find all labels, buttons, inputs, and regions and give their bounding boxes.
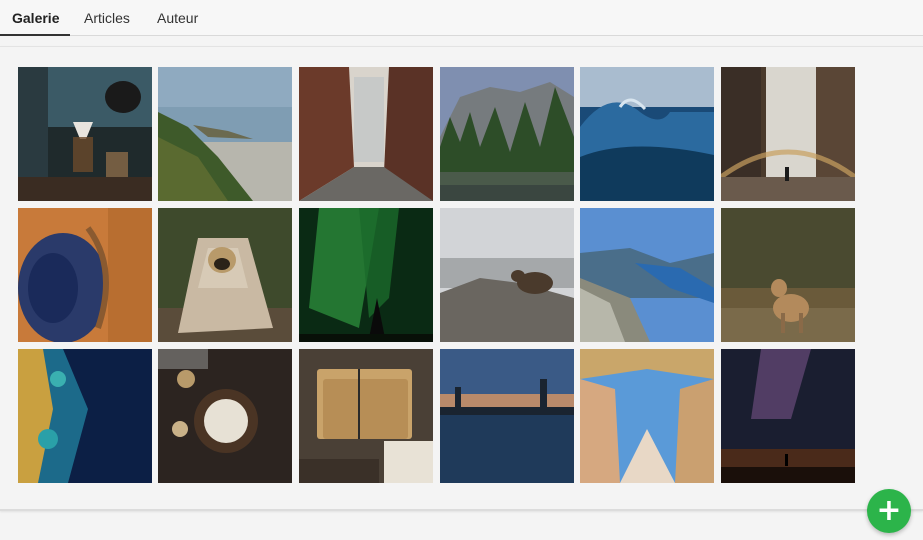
photo-fawn-forest[interactable]: [721, 208, 855, 342]
photo-coastal-cliffs[interactable]: [158, 67, 292, 201]
photo-dessert-table[interactable]: [158, 349, 292, 483]
photo-bear-ridge[interactable]: [440, 208, 574, 342]
photo-city-skyline[interactable]: [440, 349, 574, 483]
photo-fjord[interactable]: [580, 208, 714, 342]
photo-narrow-alley[interactable]: [299, 67, 433, 201]
photo-aerial-crater[interactable]: [18, 208, 152, 342]
photo-ocean-wave[interactable]: [580, 67, 714, 201]
tab-auteur[interactable]: Auteur: [157, 0, 198, 35]
gallery-panel: [0, 46, 923, 511]
photo-stack-letters[interactable]: [299, 349, 433, 483]
tab-bar: Galerie Articles Auteur: [0, 0, 923, 36]
tab-articles[interactable]: Articles: [84, 0, 130, 35]
photo-milky-way[interactable]: [721, 349, 855, 483]
photo-aurora[interactable]: [299, 208, 433, 342]
add-photo-button[interactable]: +: [867, 489, 911, 533]
photo-church-up[interactable]: [580, 349, 714, 483]
plus-icon: +: [876, 493, 902, 528]
photo-pug-blanket[interactable]: [158, 208, 292, 342]
tab-galerie[interactable]: Galerie: [12, 0, 59, 35]
photo-valley-cliffs[interactable]: [440, 67, 574, 201]
photo-coffee-brewing[interactable]: [18, 67, 152, 201]
photo-waterfall-rainbow[interactable]: [721, 67, 855, 201]
active-tab-indicator: [0, 34, 70, 36]
photo-aerial-ocean[interactable]: [18, 349, 152, 483]
